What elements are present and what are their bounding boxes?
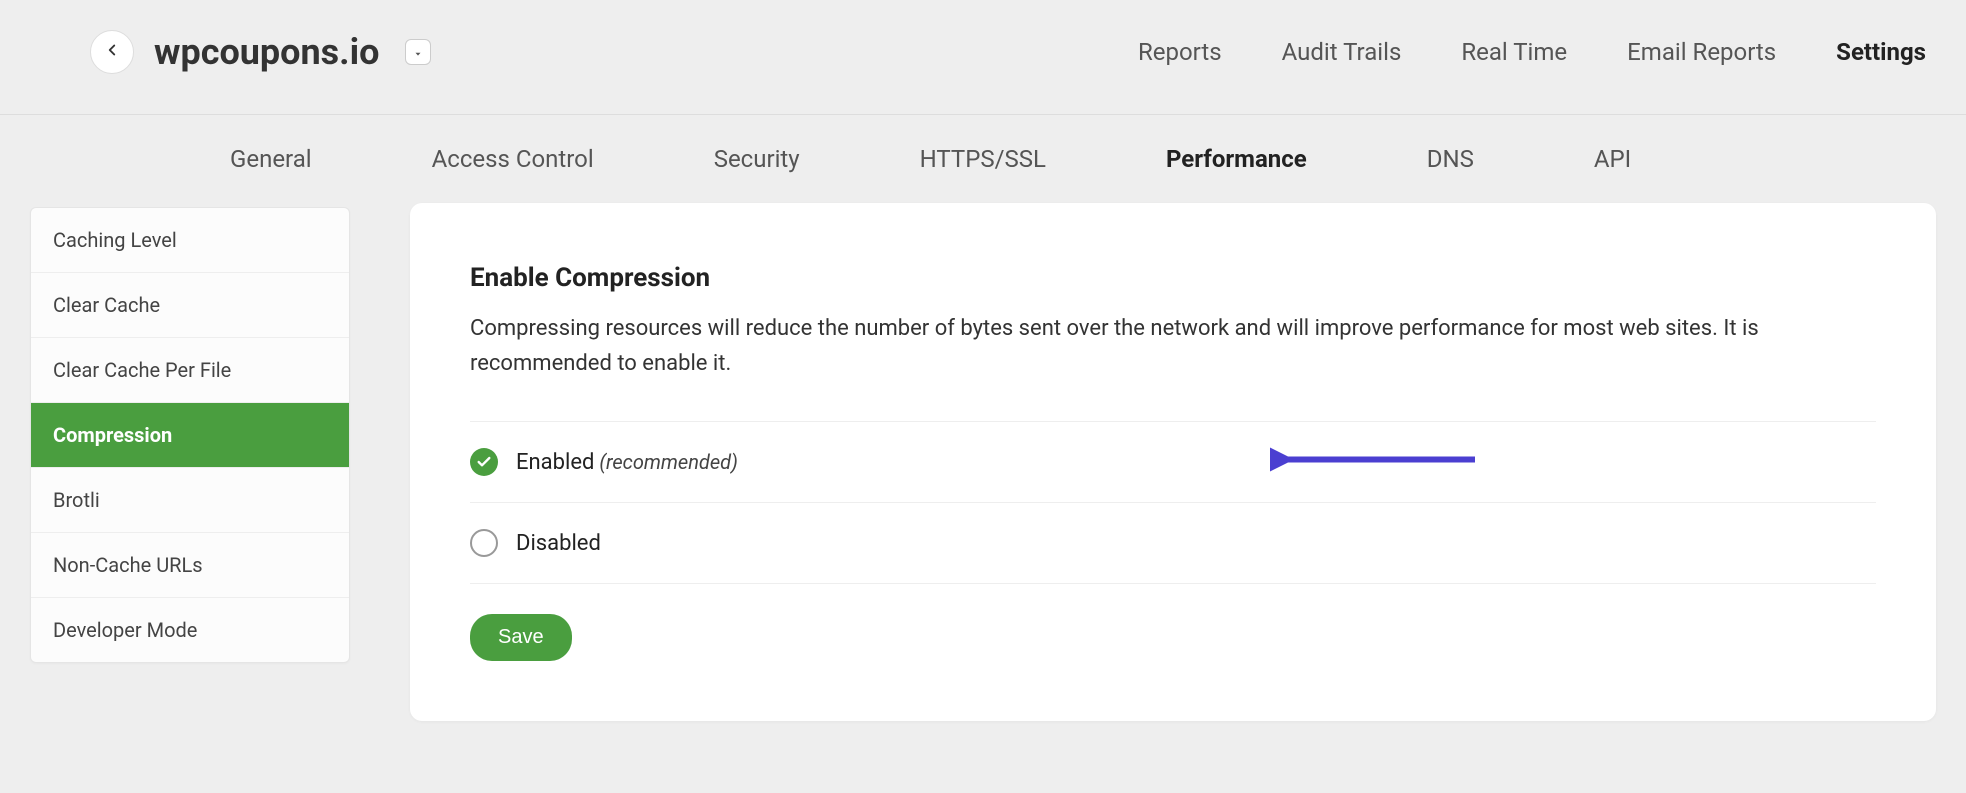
header-left: wpcoupons.io [90,30,431,74]
save-button[interactable]: Save [470,614,572,661]
topnav-email-reports[interactable]: Email Reports [1627,38,1776,66]
topnav-real-time[interactable]: Real Time [1461,38,1567,66]
tab-api[interactable]: API [1594,145,1631,203]
body-row: Caching Level Clear Cache Clear Cache Pe… [0,203,1966,761]
sidebar-item-compression[interactable]: Compression [31,403,349,468]
tab-general[interactable]: General [230,145,312,203]
tabs-bar: General Access Control Security HTTPS/SS… [0,115,1966,203]
chevron-down-icon [413,40,423,64]
sidebar-item-brotli[interactable]: Brotli [31,468,349,533]
header: wpcoupons.io Reports Audit Trails Real T… [0,0,1966,115]
radio-unchecked-icon [470,529,498,557]
tab-access-control[interactable]: Access Control [432,145,594,203]
topnav-reports[interactable]: Reports [1138,38,1222,66]
site-dropdown-button[interactable] [405,39,431,65]
top-nav: Reports Audit Trails Real Time Email Rep… [1138,38,1966,66]
option-disabled-row[interactable]: Disabled [470,502,1876,584]
sidebar-item-non-cache-urls[interactable]: Non-Cache URLs [31,533,349,598]
main-panel: Enable Compression Compressing resources… [410,203,1936,721]
panel-title: Enable Compression [470,263,1876,293]
topnav-audit-trails[interactable]: Audit Trails [1282,38,1402,66]
tab-https-ssl[interactable]: HTTPS/SSL [920,145,1046,203]
radio-checked-icon [470,448,498,476]
option-enabled-hint: (recommended) [599,450,737,474]
back-button[interactable] [90,30,134,74]
sidebar-item-caching-level[interactable]: Caching Level [31,208,349,273]
option-enabled-row[interactable]: Enabled (recommended) [470,421,1876,502]
tab-dns[interactable]: DNS [1427,145,1474,203]
option-enabled-label: Enabled [516,450,594,475]
arrow-left-icon [103,40,121,64]
topnav-settings[interactable]: Settings [1836,38,1926,66]
sidebar-item-clear-cache-per-file[interactable]: Clear Cache Per File [31,338,349,403]
sidebar-item-developer-mode[interactable]: Developer Mode [31,598,349,662]
sidebar: Caching Level Clear Cache Clear Cache Pe… [30,207,350,663]
panel-description: Compressing resources will reduce the nu… [470,311,1876,381]
tab-performance[interactable]: Performance [1166,145,1307,203]
tab-security[interactable]: Security [714,145,800,203]
option-enabled-text: Enabled (recommended) [516,450,738,475]
annotation-arrow [1270,445,1480,480]
option-disabled-text: Disabled [516,531,601,556]
site-title: wpcoupons.io [154,31,379,73]
option-disabled-label: Disabled [516,531,601,556]
sidebar-item-clear-cache[interactable]: Clear Cache [31,273,349,338]
